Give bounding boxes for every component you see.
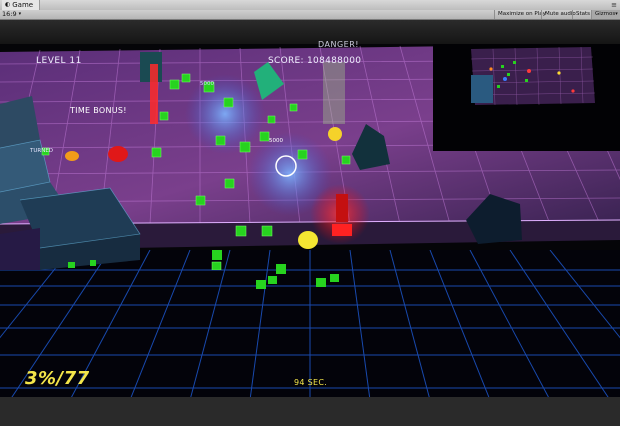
bottom-letterbox [0,397,620,426]
score-label: SCORE: 108488000 [268,56,362,66]
game-toolbar: 16:9 ▾ Maximize on Play Mute audio Stats… [0,10,620,20]
falling-cubes [68,250,339,289]
game-view-icon: ◐ [5,1,11,8]
gizmos-label: Gizmos [595,11,616,17]
danger-warning: DANGER! [318,40,359,49]
game-tab-label: Game [12,1,34,9]
progress-counter: 3%/77 [25,368,90,389]
points-popup: 5000 [269,138,283,144]
gizmos-dropdown[interactable]: Gizmos▾ [591,10,620,19]
minimap [433,45,620,151]
window-menu-icon[interactable]: ≡ [611,0,617,10]
turned-label: TURNED [30,148,54,154]
timer-label: 94 SEC. [294,378,328,387]
points-popup: 5000 [200,81,214,87]
time-bonus-label: TIME BONUS! [70,106,127,115]
level-label: LEVEL 11 [36,56,82,66]
chevron-down-icon: ▾ [18,11,22,17]
unity-editor-game-window: ◐ Game ≡ 16:9 ▾ Maximize on Play Mute au… [0,0,620,426]
game-tab[interactable]: ◐ Game [2,0,41,10]
aspect-value: 16:9 [2,10,17,18]
chevron-down-icon: ▾ [615,11,618,17]
game-viewport[interactable]: DANGER! LEVEL 11 SCORE: 108488000 5000 T… [0,20,620,397]
sky-fog [0,20,620,44]
aspect-dropdown[interactable]: 16:9 ▾ [2,10,21,19]
stats-button[interactable]: Stats [572,10,593,19]
